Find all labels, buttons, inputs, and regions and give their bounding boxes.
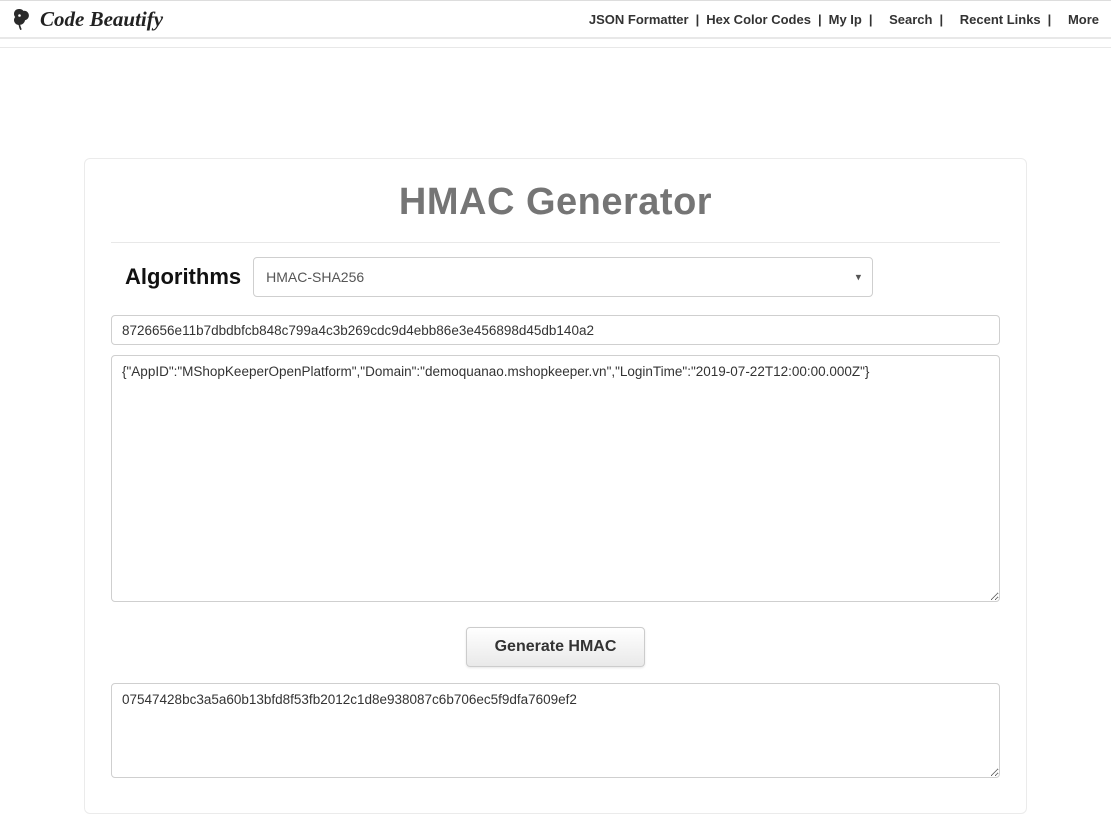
- output-textarea[interactable]: [111, 683, 1000, 778]
- nav-sep: |: [938, 12, 944, 27]
- nav-links: JSON Formatter | Hex Color Codes | My Ip…: [589, 12, 1099, 27]
- nav-sep: |: [1047, 12, 1053, 27]
- page-title: HMAC Generator: [111, 181, 1000, 242]
- key-input[interactable]: [111, 315, 1000, 345]
- message-textarea[interactable]: [111, 355, 1000, 602]
- nav-sep: |: [868, 12, 874, 27]
- logo-text: Code Beautify: [40, 7, 163, 32]
- header-underline: [0, 47, 1111, 48]
- nav-more[interactable]: More: [1068, 12, 1099, 27]
- nav-sep: |: [695, 12, 701, 27]
- nav-json-formatter[interactable]: JSON Formatter: [589, 12, 689, 27]
- nav-recent-links[interactable]: Recent Links: [960, 12, 1041, 27]
- title-divider: [111, 242, 1000, 243]
- nav-my-ip[interactable]: My Ip: [829, 12, 862, 27]
- algorithms-select[interactable]: HMAC-SHA256: [253, 257, 873, 297]
- algorithms-row: Algorithms HMAC-SHA256: [111, 257, 1000, 297]
- algorithms-select-wrap: HMAC-SHA256: [253, 257, 873, 297]
- button-row: Generate HMAC: [111, 627, 1000, 667]
- algorithms-label: Algorithms: [111, 264, 245, 290]
- nav-hex-color[interactable]: Hex Color Codes: [706, 12, 811, 27]
- logo[interactable]: Code Beautify: [10, 7, 163, 32]
- header-bar: Code Beautify JSON Formatter | Hex Color…: [0, 1, 1111, 39]
- generate-hmac-button[interactable]: Generate HMAC: [466, 627, 646, 667]
- main-card: HMAC Generator Algorithms HMAC-SHA256 Ge…: [84, 158, 1027, 814]
- nav-sep: |: [817, 12, 823, 27]
- nav-search[interactable]: Search: [889, 12, 932, 27]
- brain-logo-icon: [10, 7, 34, 31]
